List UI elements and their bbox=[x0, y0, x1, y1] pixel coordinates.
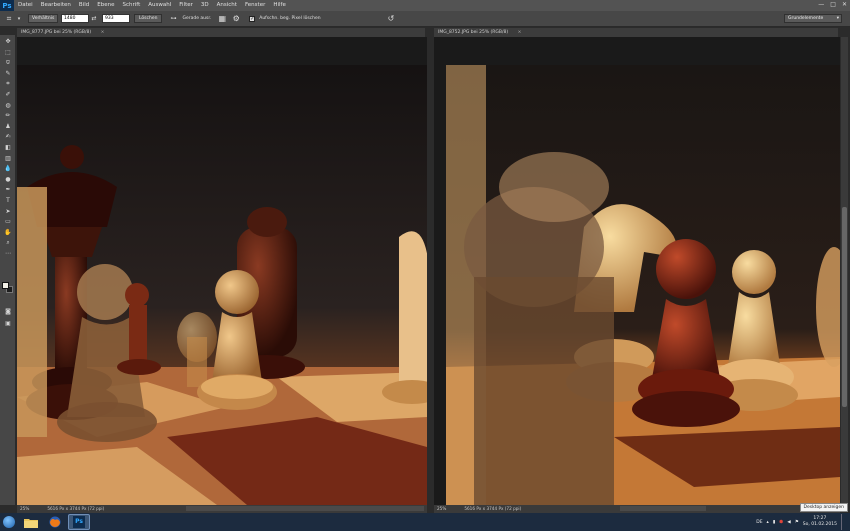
ratio-select[interactable]: Verhältnis bbox=[28, 14, 58, 23]
zoom-level[interactable]: 25% bbox=[20, 505, 34, 513]
height-input[interactable]: 933 bbox=[102, 14, 130, 23]
clear-button[interactable]: Löschen bbox=[134, 14, 163, 23]
network-icon[interactable]: ▮ bbox=[773, 520, 775, 525]
tools-panel: ✥ ⬚ ଡ ✎ ⌗ ✐ ◍ ✏ ♟ ✍ ◧ ▥ 💧 ● ✒ T ➤ ▭ ✋ ⌕ … bbox=[0, 35, 16, 505]
settings-gear-icon[interactable]: ⚙ bbox=[231, 14, 241, 24]
chess-photo-2 bbox=[434, 37, 840, 505]
show-desktop-tooltip: Desktop anzeigen bbox=[799, 503, 848, 512]
brush-tool-icon[interactable]: ✏ bbox=[0, 111, 16, 122]
start-button[interactable] bbox=[0, 513, 18, 531]
document-canvas[interactable] bbox=[434, 37, 840, 505]
history-brush-tool-icon[interactable]: ✍ bbox=[0, 132, 16, 143]
delete-pixels-label: Aufschn. beg. Pixel löschen bbox=[259, 16, 321, 21]
show-desktop-button[interactable] bbox=[841, 514, 846, 530]
close-icon[interactable]: ✕ bbox=[842, 1, 847, 8]
photoshop-icon: Ps bbox=[73, 516, 85, 528]
eraser-tool-icon[interactable]: ◧ bbox=[0, 143, 16, 154]
menu-filter[interactable]: Filter bbox=[175, 0, 197, 11]
quick-select-tool-icon[interactable]: ✎ bbox=[0, 69, 16, 80]
spot-heal-tool-icon[interactable]: ◍ bbox=[0, 101, 16, 112]
document-tab-title: IMG_8777.JPG bei 25% (RGB/8) bbox=[21, 30, 92, 35]
menu-bar: Ps Datei Bearbeiten Bild Ebene Schrift A… bbox=[0, 0, 850, 11]
photoshop-logo: Ps bbox=[0, 0, 14, 11]
delete-pixels-checkbox[interactable]: ✓ bbox=[249, 15, 256, 22]
document-dimensions[interactable]: 5616 Px x 3744 Px (72 ppi) bbox=[464, 505, 521, 513]
document-tab-title: IMG_8752.JPG bei 25% (RGB/8) bbox=[438, 30, 509, 35]
taskbar-app-photoshop[interactable]: Ps bbox=[68, 514, 90, 530]
windows-logo-icon bbox=[3, 516, 15, 528]
volume-icon[interactable]: ◀ bbox=[787, 520, 790, 525]
eyedropper-tool-icon[interactable]: ✐ bbox=[0, 90, 16, 101]
move-tool-icon[interactable]: ✥ bbox=[0, 37, 16, 48]
flag-icon[interactable]: ⚑ bbox=[795, 520, 799, 525]
path-select-tool-icon[interactable]: ➤ bbox=[0, 207, 16, 218]
foreground-color-swatch[interactable] bbox=[2, 282, 9, 289]
crop-tool-icon[interactable]: ⌗ bbox=[4, 14, 14, 24]
folder-icon bbox=[24, 518, 38, 528]
crop-tool-icon[interactable]: ⌗ bbox=[0, 79, 16, 90]
vertical-scrollbar-thumb[interactable] bbox=[842, 207, 847, 407]
width-input[interactable]: 1480 bbox=[61, 14, 89, 23]
menu-bild[interactable]: Bild bbox=[75, 0, 93, 11]
swap-dimensions-icon[interactable]: ⇄ bbox=[89, 14, 99, 24]
hand-tool-icon[interactable]: ✋ bbox=[0, 228, 16, 239]
system-tray: DE ▴ ▮ ⬢ ◀ ⚑ 17:27 So, 01.02.2015 bbox=[756, 513, 846, 531]
straighten-label[interactable]: Gerade ausr. bbox=[182, 16, 211, 21]
taskbar: Ps DE ▴ ▮ ⬢ ◀ ⚑ 17:27 So, 01.02.2015 bbox=[0, 513, 850, 531]
document-tab[interactable]: IMG_8752.JPG bei 25% (RGB/8) × bbox=[434, 28, 838, 37]
tray-arrow-icon[interactable]: ▴ bbox=[767, 520, 769, 525]
menu-fenster[interactable]: Fenster bbox=[241, 0, 269, 11]
clone-stamp-tool-icon[interactable]: ♟ bbox=[0, 122, 16, 133]
pen-tool-icon[interactable]: ✒ bbox=[0, 185, 16, 196]
vertical-scrollbar[interactable] bbox=[841, 37, 848, 505]
menu-ansicht[interactable]: Ansicht bbox=[213, 0, 241, 11]
document-dimensions[interactable]: 5616 Px x 3744 Px (72 ppi) bbox=[47, 505, 104, 513]
clock[interactable]: 17:27 So, 01.02.2015 bbox=[803, 516, 837, 528]
clock-date: So, 01.02.2015 bbox=[802, 522, 837, 527]
menu-datei[interactable]: Datei bbox=[14, 0, 37, 11]
workspace-label: Grundelemente bbox=[788, 16, 824, 21]
marquee-tool-icon[interactable]: ⬚ bbox=[0, 48, 16, 59]
language-indicator[interactable]: DE bbox=[756, 520, 762, 525]
tool-preset-dropdown-icon[interactable]: ▾ bbox=[14, 14, 24, 24]
quick-mask-icon[interactable]: ◙ bbox=[0, 307, 16, 318]
straighten-icon[interactable]: ⊶ bbox=[168, 14, 178, 24]
chess-photo-1 bbox=[17, 37, 427, 505]
workspace-select[interactable]: Grundelemente ▾ bbox=[784, 14, 842, 23]
zoom-level[interactable]: 25% bbox=[437, 505, 451, 513]
gradient-tool-icon[interactable]: ▥ bbox=[0, 154, 16, 165]
document-canvas[interactable] bbox=[17, 37, 427, 505]
shield-icon[interactable]: ⬢ bbox=[779, 520, 783, 525]
minimize-icon[interactable]: — bbox=[818, 1, 824, 8]
chevron-down-icon: ▾ bbox=[836, 16, 839, 21]
close-icon[interactable]: × bbox=[518, 30, 522, 35]
reset-icon[interactable]: ↺ bbox=[386, 14, 396, 24]
firefox-icon bbox=[49, 516, 61, 528]
more-tools-icon[interactable]: ⋯ bbox=[0, 249, 16, 260]
options-bar: ⌗ ▾ Verhältnis 1480 ⇄ 933 Löschen ⊶ Gera… bbox=[0, 11, 850, 27]
screen-mode-icon[interactable]: ▣ bbox=[0, 319, 16, 330]
menu-ebene[interactable]: Ebene bbox=[93, 0, 118, 11]
document-tab[interactable]: IMG_8777.JPG bei 25% (RGB/8) × bbox=[17, 28, 425, 37]
blur-tool-icon[interactable]: 💧 bbox=[0, 164, 16, 175]
taskbar-app-explorer[interactable] bbox=[20, 514, 42, 530]
menu-schrift[interactable]: Schrift bbox=[118, 0, 144, 11]
horizontal-scrollbar[interactable] bbox=[186, 506, 424, 511]
menu-auswahl[interactable]: Auswahl bbox=[144, 0, 175, 11]
maximize-icon[interactable]: □ bbox=[830, 1, 836, 8]
taskbar-app-firefox[interactable] bbox=[44, 514, 66, 530]
lasso-tool-icon[interactable]: ଡ bbox=[0, 58, 16, 69]
dodge-tool-icon[interactable]: ● bbox=[0, 175, 16, 186]
overlay-grid-icon[interactable]: ▦ bbox=[217, 14, 227, 24]
menu-bearbeiten[interactable]: Bearbeiten bbox=[37, 0, 75, 11]
type-tool-icon[interactable]: T bbox=[0, 196, 16, 207]
horizontal-scrollbar[interactable] bbox=[620, 506, 706, 511]
window-controls: — □ ✕ bbox=[818, 1, 847, 8]
close-icon[interactable]: × bbox=[101, 30, 105, 35]
menu-hilfe[interactable]: Hilfe bbox=[269, 0, 290, 11]
rectangle-tool-icon[interactable]: ▭ bbox=[0, 217, 16, 228]
menu-3d[interactable]: 3D bbox=[197, 0, 213, 11]
zoom-tool-icon[interactable]: ⌕ bbox=[0, 238, 16, 249]
